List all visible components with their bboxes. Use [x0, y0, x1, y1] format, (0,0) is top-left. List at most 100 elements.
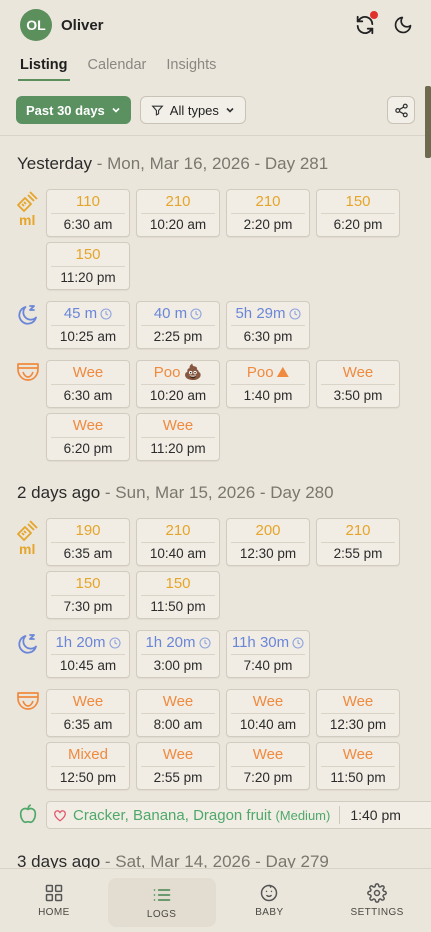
diaper-entry[interactable]: Wee 6:30 am [46, 360, 130, 408]
entry-time: 6:30 pm [243, 329, 293, 344]
bottle-amount: 210 [345, 522, 371, 539]
bottle-amount: 150 [345, 193, 371, 210]
diaper-entry[interactable]: Wee 6:20 pm [46, 413, 130, 461]
diaper-entry[interactable]: Wee 11:20 pm [136, 413, 220, 461]
tab-calendar[interactable]: Calendar [88, 57, 147, 80]
entry-time: 2:20 pm [243, 217, 293, 232]
bottle-entry[interactable]: 210 2:55 pm [316, 518, 400, 566]
diaper-entry[interactable]: Poo ⛰ 1:40 pm [226, 360, 310, 408]
bottle-amount: 150 [75, 575, 101, 592]
bottle-entry[interactable]: 150 6:20 pm [316, 189, 400, 237]
clock-icon [292, 637, 304, 649]
sync-icon[interactable] [353, 11, 378, 37]
diaper-type: Wee [72, 693, 104, 710]
entry-time: 7:40 pm [243, 658, 293, 673]
date-range-dropdown[interactable]: Past 30 days [16, 96, 131, 124]
clock-icon [198, 637, 211, 649]
sleep-duration: 11h 30m [231, 634, 290, 651]
diaper-type: Wee [162, 693, 194, 710]
nav-label: LOGS [146, 909, 177, 920]
sleep-entry[interactable]: 1h 20m 10:45 am [46, 630, 130, 678]
gear-icon [367, 883, 387, 903]
bottom-nav: HOME LOGS BABY SETTINGS [0, 868, 431, 932]
entry-time: 8:00 am [153, 717, 203, 732]
sleep-entry[interactable]: 40 m 2:25 pm [136, 301, 220, 349]
bottle-icon [17, 191, 38, 212]
diaper-entry[interactable]: Wee 7:20 pm [226, 742, 310, 790]
sleep-entry[interactable]: 11h 30m 7:40 pm [226, 630, 310, 678]
bottle-entry[interactable]: 210 2:20 pm [226, 189, 310, 237]
entry-time: 6:30 am [63, 388, 113, 403]
view-tabs: Listing Calendar Insights [18, 57, 216, 81]
sleep-entry[interactable]: 1h 20m 3:00 pm [136, 630, 220, 678]
day-subtitle: - Mon, Mar 16, 2026 - Day 281 [91, 154, 329, 173]
nav-baby[interactable]: BABY [216, 869, 324, 932]
tab-listing[interactable]: Listing [18, 57, 70, 81]
diaper-entry[interactable]: Wee 11:50 pm [316, 742, 400, 790]
nav-settings[interactable]: SETTINGS [323, 869, 431, 932]
diaper-entry[interactable]: Wee 6:35 am [46, 689, 130, 737]
moon-icon[interactable] [391, 13, 415, 37]
bottle-entry[interactable]: 210 10:40 am [136, 518, 220, 566]
bottle-entry[interactable]: 190 6:35 am [46, 518, 130, 566]
bottle-entry[interactable]: 150 11:50 pm [136, 571, 220, 619]
sleep-entry[interactable]: 5h 29m 6:30 pm [226, 301, 310, 349]
nav-logs[interactable]: LOGS [107, 878, 216, 927]
sleep-duration: 45 m [63, 305, 98, 322]
tab-insights[interactable]: Insights [166, 57, 216, 80]
diaper-type: Wee [342, 746, 374, 763]
entry-time: 12:30 pm [329, 717, 387, 732]
sleep-duration: 5h 29m [235, 305, 286, 322]
entry-time: 10:25 am [59, 329, 117, 344]
diaper-entry[interactable]: Wee 3:50 pm [316, 360, 400, 408]
bottle-entry[interactable]: 200 12:30 pm [226, 518, 310, 566]
bottle-amount: 200 [255, 522, 281, 539]
scrollbar-thumb[interactable] [425, 86, 431, 158]
diaper-entry[interactable]: Mixed 12:50 pm [46, 742, 130, 790]
entry-time: 1:40 pm [350, 807, 401, 823]
divider [0, 135, 431, 136]
share-icon [394, 103, 408, 117]
entry-time: 6:35 am [63, 546, 113, 561]
grid-icon [45, 884, 63, 902]
diaper-entry[interactable]: Wee 12:30 pm [316, 689, 400, 737]
entry-time: 11:20 pm [60, 270, 116, 285]
avatar[interactable]: OL [20, 9, 52, 41]
entry-time: 11:20 pm [150, 441, 206, 456]
bottle-entry[interactable]: 210 10:20 am [136, 189, 220, 237]
entry-time: 11:50 pm [150, 599, 206, 614]
type-filter-dropdown[interactable]: All types [139, 96, 246, 124]
poo-icon: 💩 [183, 364, 203, 381]
bottle-entry[interactable]: 150 11:20 pm [46, 242, 130, 290]
entry-time: 6:20 pm [63, 441, 113, 456]
chevron-down-icon [112, 107, 120, 113]
entry-time: 12:30 pm [239, 546, 297, 561]
diaper-entry[interactable]: Wee 8:00 am [136, 689, 220, 737]
bottle-entry[interactable]: 150 7:30 pm [46, 571, 130, 619]
chevron-down-icon [226, 107, 234, 113]
entry-time: 2:55 pm [153, 770, 203, 785]
sleep-duration: 1h 20m [145, 634, 196, 651]
sleep-icon [18, 634, 37, 654]
entry-time: 2:25 pm [153, 329, 203, 344]
diaper-entry[interactable]: Wee 2:55 pm [136, 742, 220, 790]
diaper-type: Wee [342, 693, 374, 710]
nav-home[interactable]: HOME [0, 869, 108, 932]
bottle-entry[interactable]: 110 6:30 am [46, 189, 130, 237]
nav-label: BABY [255, 907, 284, 918]
bottle-amount: 210 [255, 193, 281, 210]
top-actions [353, 11, 415, 37]
clock-icon [108, 637, 121, 649]
diaper-entry[interactable]: Poo 💩 10:20 am [136, 360, 220, 408]
diaper-entry[interactable]: Wee 10:40 am [226, 689, 310, 737]
share-button[interactable] [387, 96, 415, 124]
entry-time: 10:40 am [239, 717, 297, 732]
date-range-label: Past 30 days [26, 102, 105, 118]
diaper-type: Wee [72, 417, 104, 434]
food-entry[interactable]: Cracker, Banana, Dragon fruit (Medium) 1… [46, 801, 431, 829]
nav-label: HOME [38, 907, 70, 918]
entry-time: 2:55 pm [333, 546, 383, 561]
day-subtitle: - Sun, Mar 15, 2026 - Day 280 [100, 483, 334, 502]
diaper-type: Poo [246, 364, 274, 381]
sleep-entry[interactable]: 45 m 10:25 am [46, 301, 130, 349]
